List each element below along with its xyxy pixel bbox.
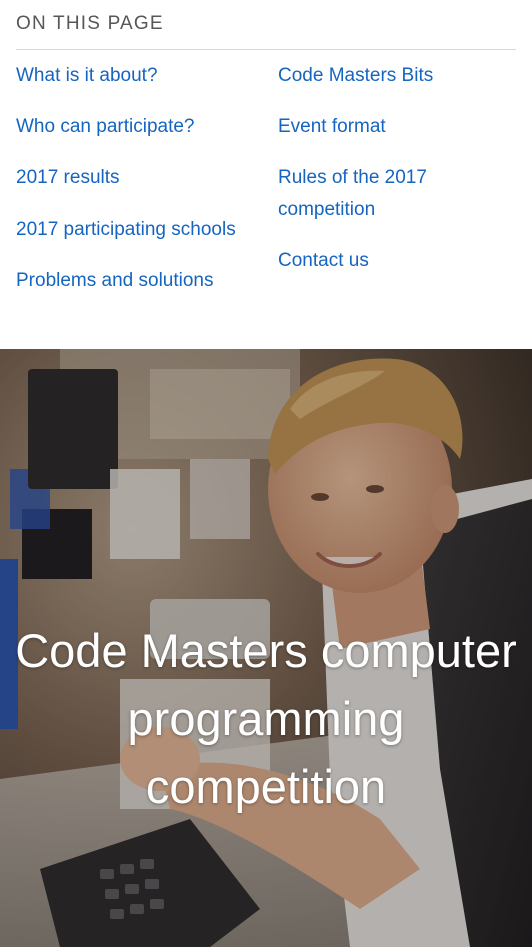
toc-link-problems-and-solutions[interactable]: Problems and solutions [16,265,214,297]
toc-link-event-format[interactable]: Event format [278,111,386,143]
heading-divider [16,49,516,50]
on-this-page-heading: ON THIS PAGE [16,13,164,34]
toc-link-contact-us[interactable]: Contact us [278,245,369,277]
on-this-page-panel: ON THIS PAGE What is it about? Who can p… [0,0,532,349]
toc-link-who-can-participate[interactable]: Who can participate? [16,111,195,143]
hero-title-line-1: Code Masters computer [15,624,517,677]
toc-link-what-is-it-about[interactable]: What is it about? [16,60,158,92]
toc-link-2017-results[interactable]: 2017 results [16,162,120,194]
toc-link-2017-participating-schools[interactable]: 2017 participating schools [16,214,236,246]
toc-link-code-masters-bits[interactable]: Code Masters Bits [278,60,433,92]
hero-title-line-2: programming [127,692,405,745]
hero-banner: Code Masters computer programming compet… [0,349,532,947]
hero-title-line-3: competition [145,760,387,813]
hero-title: Code Masters computer programming compet… [0,617,532,821]
toc-link-rules-2017-competition[interactable]: Rules of the 2017 competition [278,162,508,226]
